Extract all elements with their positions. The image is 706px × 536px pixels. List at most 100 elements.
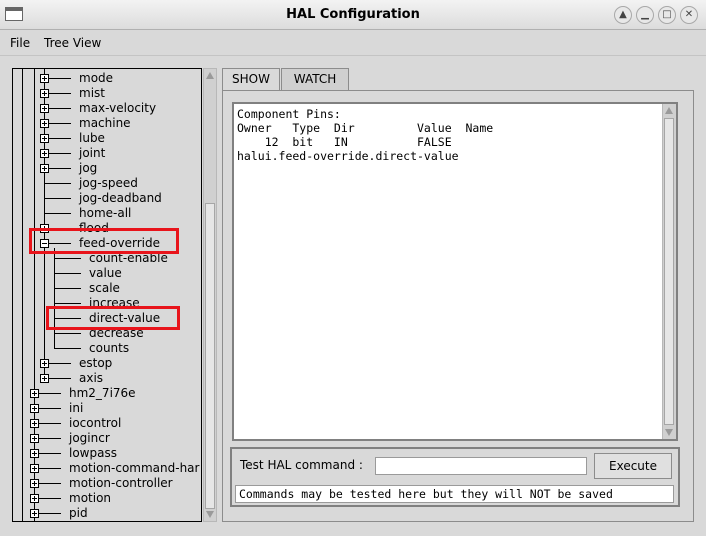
tree-item[interactable]: max-velocity	[13, 101, 201, 116]
hal-tree[interactable]: mode mist max-velocity machine lube joint jog j…	[12, 68, 202, 522]
execute-button[interactable]: Execute	[594, 453, 672, 479]
close-button[interactable]: ✕	[680, 6, 698, 24]
scroll-down-arrow-icon[interactable]	[206, 511, 214, 518]
expand-plus-icon[interactable]	[40, 374, 49, 383]
tree-item-label: max-velocity	[79, 101, 157, 115]
tree-item[interactable]: estop	[13, 356, 201, 371]
expand-plus-icon[interactable]	[40, 359, 49, 368]
tree-item[interactable]: jog	[13, 161, 201, 176]
expand-plus-icon[interactable]	[40, 89, 49, 98]
tree-item[interactable]: motion-command-har	[13, 461, 201, 476]
tree-connector	[44, 213, 71, 214]
expand-plus-icon[interactable]	[30, 494, 39, 503]
expand-plus-icon[interactable]	[40, 164, 49, 173]
tree-connector	[54, 348, 81, 349]
tree-item[interactable]: counts	[13, 341, 201, 356]
tree-item-label: lube	[79, 131, 105, 145]
tree-item-label: jog	[79, 161, 98, 175]
tree-connector	[54, 288, 81, 289]
tree-connector	[54, 273, 81, 274]
tree-item[interactable]: decrease	[13, 326, 201, 341]
expand-plus-icon[interactable]	[30, 509, 39, 518]
minimize-button[interactable]: ▁	[636, 6, 654, 24]
tab-watch[interactable]: WATCH	[281, 68, 349, 90]
expand-plus-icon[interactable]	[30, 389, 39, 398]
tree-item[interactable]: home-all	[13, 206, 201, 221]
tree-item[interactable]: mode	[13, 71, 201, 86]
tree-item-label: counts	[89, 341, 130, 355]
tree-item-label: motion	[69, 491, 112, 505]
test-hal-command-label: Test HAL command :	[240, 458, 363, 472]
tree-item-label: mode	[79, 71, 114, 85]
tree-item[interactable]: iocontrol	[13, 416, 201, 431]
menu-bar: File Tree View	[0, 30, 706, 56]
tree-item[interactable]: lube	[13, 131, 201, 146]
tree-item-label: iocontrol	[69, 416, 122, 430]
expand-plus-icon[interactable]	[40, 119, 49, 128]
tree-item[interactable]: increase	[13, 296, 201, 311]
expand-plus-icon[interactable]	[30, 404, 39, 413]
text-scroll-thumb[interactable]	[664, 118, 674, 425]
scroll-down-arrow-icon[interactable]	[665, 429, 673, 436]
tree-item[interactable]: axis	[13, 371, 201, 386]
text-line: Owner Type Dir Value Name	[237, 121, 494, 135]
tree-item-label: jog-deadband	[79, 191, 162, 205]
expand-plus-icon[interactable]	[30, 464, 39, 473]
expand-plus-icon[interactable]	[30, 434, 39, 443]
scroll-up-arrow-icon[interactable]	[665, 107, 673, 114]
expand-plus-icon[interactable]	[40, 149, 49, 158]
menu-tree-view[interactable]: Tree View	[44, 36, 101, 50]
tree-connector	[54, 333, 81, 334]
text-line: 12 bit IN FALSE	[237, 135, 452, 149]
tree-item-label: flood	[79, 221, 109, 235]
menu-file[interactable]: File	[10, 36, 30, 50]
tree-item-label: lowpass	[69, 446, 117, 460]
expand-plus-icon[interactable]	[40, 134, 49, 143]
tree-item[interactable]: mist	[13, 86, 201, 101]
tree-scroll-thumb[interactable]	[205, 203, 215, 509]
tree-item[interactable]: feed-override	[13, 236, 201, 251]
tree-item[interactable]: pid	[13, 506, 201, 521]
tree-item[interactable]: direct-value	[13, 311, 201, 326]
tree-connector	[54, 303, 81, 304]
tree-item[interactable]: scale	[13, 281, 201, 296]
tree-item-label: mist	[79, 86, 105, 100]
tree-item[interactable]: joint	[13, 146, 201, 161]
tree-item[interactable]: jog-deadband	[13, 191, 201, 206]
tree-item-label: axis	[79, 371, 104, 385]
expand-plus-icon[interactable]	[40, 104, 49, 113]
shade-button[interactable]: ▲	[614, 6, 632, 24]
tree-connector	[54, 258, 81, 259]
tree-item[interactable]: ini	[13, 401, 201, 416]
scroll-up-arrow-icon[interactable]	[206, 72, 214, 79]
text-scrollbar[interactable]	[662, 104, 676, 439]
expand-plus-icon[interactable]	[30, 449, 39, 458]
maximize-button[interactable]: □	[658, 6, 676, 24]
window-title: HAL Configuration	[286, 7, 420, 22]
tree-item[interactable]: hm2_7i76e	[13, 386, 201, 401]
expand-plus-icon[interactable]	[30, 479, 39, 488]
hal-command-input[interactable]	[375, 457, 587, 475]
expand-plus-icon[interactable]	[40, 74, 49, 83]
tree-item[interactable]: jogincr	[13, 431, 201, 446]
tree-item-label: increase	[89, 296, 140, 310]
tree-item[interactable]: jog-speed	[13, 176, 201, 191]
tree-item[interactable]: machine	[13, 116, 201, 131]
text-line: halui.feed-override.direct-value	[237, 149, 459, 163]
tree-item-label: count-enable	[89, 251, 168, 265]
tree-item-label: feed-override	[79, 236, 160, 250]
tree-item[interactable]: count-enable	[13, 251, 201, 266]
tree-item[interactable]: motion-controller	[13, 476, 201, 491]
text-line: Component Pins:	[237, 107, 341, 121]
tree-item[interactable]: flood	[13, 221, 201, 236]
tree-item[interactable]: value	[13, 266, 201, 281]
tab-show[interactable]: SHOW	[222, 68, 280, 91]
tree-item[interactable]: lowpass	[13, 446, 201, 461]
status-message: Commands may be tested here but they wil…	[235, 485, 674, 503]
expand-plus-icon[interactable]	[40, 224, 49, 233]
collapse-minus-icon[interactable]	[40, 239, 49, 248]
tree-scrollbar[interactable]	[203, 68, 217, 522]
expand-plus-icon[interactable]	[30, 419, 39, 428]
show-text-area[interactable]: Component Pins: Owner Type Dir Value Nam…	[232, 102, 678, 441]
tree-item[interactable]: motion	[13, 491, 201, 506]
